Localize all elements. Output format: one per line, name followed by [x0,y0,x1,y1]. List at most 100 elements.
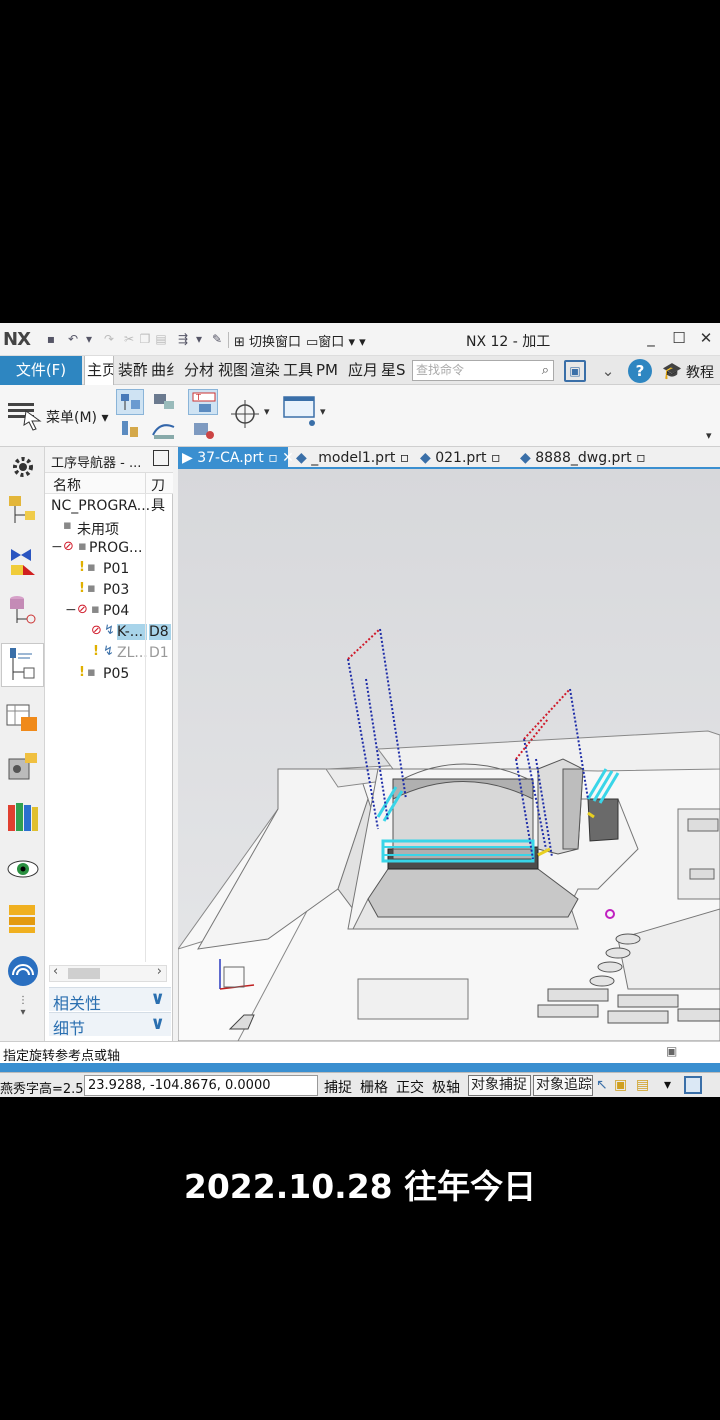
details-panel[interactable]: 细节 ∨ [49,1012,171,1038]
close-button[interactable]: ✕ [697,329,715,347]
display-dropdown-icon[interactable]: ▾ [320,405,326,418]
display-mode-icon[interactable] [282,393,318,433]
tab-assembly[interactable]: 装酢 [116,356,147,385]
grid-button[interactable]: 栅格 [360,1077,388,1097]
polar-button[interactable]: 极轴 [432,1077,460,1097]
create-program-icon[interactable] [116,389,144,415]
tree-row-nc-program[interactable]: NC_PROGRA... [45,496,173,517]
cursor-icon[interactable]: ↖ [596,1077,608,1093]
doc-tab-37-ca[interactable]: ▶ 37-CA.prt ▫ ✕ [178,447,294,469]
web-browser-icon[interactable] [5,951,41,987]
maximize-button[interactable]: ☐ [670,329,688,347]
machine-tool-view-icon[interactable] [190,417,218,443]
fullscreen-icon[interactable] [684,1076,702,1094]
undo-icon[interactable]: ↶ [66,332,80,346]
status-warning-icon: ! [79,665,85,680]
file-menu-tab[interactable]: 文件(F) [0,356,82,385]
visualization-icon[interactable] [5,851,41,887]
coordinate-readout[interactable]: 23.9288, -104.8676, 0.0000 [84,1075,318,1096]
ortho-button[interactable]: 正交 [396,1077,424,1097]
tab-tools[interactable]: 工具 [281,356,313,385]
copy-icon[interactable]: ❐ [138,332,152,346]
lock-icon[interactable]: ▣ [614,1077,627,1093]
object-tracking-button[interactable]: 对象追踪 [533,1075,593,1096]
constraint-navigator-icon[interactable] [5,543,41,579]
assembly-navigator-icon[interactable] [5,493,41,529]
create-geometry-icon[interactable] [116,417,144,443]
create-tool-icon[interactable] [150,389,178,415]
scrollbar-thumb[interactable] [68,968,100,979]
object-snap-button[interactable]: 对象捕捉 [468,1075,531,1096]
tree-row-operation-k[interactable]: ⊘ ↯ K-... D8 [45,622,173,643]
doc-tab-021[interactable]: ◆ 021.prt ▫ [416,447,506,469]
cut-icon[interactable]: ✂ [122,332,136,346]
status-invalid-icon: ⊘ [63,539,74,554]
collapse-icon[interactable]: − [51,539,63,555]
crosshair-dropdown-icon[interactable]: ▾ [264,405,270,418]
switch-window-button[interactable]: ⊞ 切换窗口 [234,331,301,350]
gear-icon[interactable] [5,451,41,487]
minimize-button[interactable]: _ [642,329,660,347]
resource-bar: ⋮ ▾ [0,447,45,1041]
more-icons-icon[interactable]: ⋮ ▾ [5,995,41,1031]
search-icon: ⌕ [541,363,549,378]
tree-row-p03[interactable]: ! ▪ P03 [45,580,173,601]
menu-button-label: 菜单(M) [46,410,98,426]
dependencies-panel[interactable]: 相关性 ∨ [49,987,171,1013]
crosshair-icon[interactable] [228,397,262,431]
create-method-icon[interactable] [150,417,178,443]
command-search-input[interactable]: 查找命令 ⌕ [412,360,554,381]
tab-home[interactable]: 主页 [84,356,114,385]
undo-dropdown-icon[interactable]: ▾ [82,332,96,346]
navigator-pin-icon[interactable] [153,450,169,466]
tree-row-p01[interactable]: ! ▪ P01 [45,559,173,580]
tab-analysis[interactable]: 分材 [182,356,214,385]
tree-row-program[interactable]: − ⊘ ▪ PROG... [45,538,173,559]
navigator-horizontal-scrollbar[interactable]: ‹ › [49,964,167,982]
collapse-icon[interactable]: − [65,602,77,618]
menu-button[interactable]: 菜单(M) ▾ [46,407,109,427]
tab-view[interactable]: 视图 [216,356,247,385]
column-name[interactable]: 名称 [53,475,81,495]
tree-row-p05[interactable]: ! ▪ P05 [45,664,173,685]
menu-icon[interactable] [6,397,46,431]
paste-icon[interactable]: ▤ [154,332,168,346]
doc-tab-8888-dwg[interactable]: ◆ 8888_dwg.prt ▫ [516,447,646,469]
process-studio-icon[interactable] [5,901,41,937]
tab-starsky[interactable]: 星S [379,356,410,385]
filter-icon[interactable]: ▤ [636,1077,649,1093]
repeat-dropdown-icon[interactable]: ▾ [192,332,206,346]
machine-navigator-icon[interactable] [5,699,41,735]
tree-row-p04[interactable]: − ⊘ ▪ P04 [45,601,173,622]
repeat-command-icon[interactable]: ⇶ [176,332,190,346]
status-warning-icon: ! [93,644,99,659]
graduation-cap-icon[interactable]: 🎓 [660,359,684,383]
redo-icon[interactable]: ↷ [102,332,116,346]
tutorial-link[interactable]: 教程 [686,362,714,382]
fit-window-icon[interactable]: ▣ [564,360,586,382]
scroll-right-icon[interactable]: › [157,964,162,979]
touch-mode-icon[interactable]: ✎ [210,332,224,346]
operation-navigator-icon[interactable] [1,643,44,687]
tab-application[interactable]: 应月 [346,356,377,385]
tab-curve[interactable]: 曲纟 [149,356,180,385]
window-menu-button[interactable]: ▭窗口 ▾ ▾ [306,331,366,350]
graphics-window[interactable] [178,469,720,1041]
scroll-left-icon[interactable]: ‹ [53,964,58,979]
reuse-library-icon[interactable] [5,799,41,835]
ribbon-collapse-icon[interactable]: ⌄ [596,359,620,383]
tab-render[interactable]: 渲染 [248,356,279,385]
doc-tab-model1[interactable]: ◆ _model1.prt ▫ [292,447,409,469]
create-operation-icon[interactable]: T [188,389,218,415]
ribbon-options-icon[interactable]: ▾ [706,429,712,442]
tree-row-unused[interactable]: ▪ 未用项 [45,517,173,538]
part-navigator-icon[interactable] [5,593,41,629]
snap-button[interactable]: 捕捉 [324,1077,352,1097]
help-icon[interactable]: ? [628,359,652,383]
tab-pm[interactable]: PM [314,356,344,385]
tree-row-operation-zl[interactable]: ! ↯ ZL... D1 [45,643,173,664]
cue-options-icon[interactable]: ▣ [666,1044,677,1058]
machine-tool-icon[interactable] [5,749,41,785]
status-dropdown-icon[interactable]: ▾ [664,1077,671,1093]
save-icon[interactable]: ▪ [44,332,58,346]
